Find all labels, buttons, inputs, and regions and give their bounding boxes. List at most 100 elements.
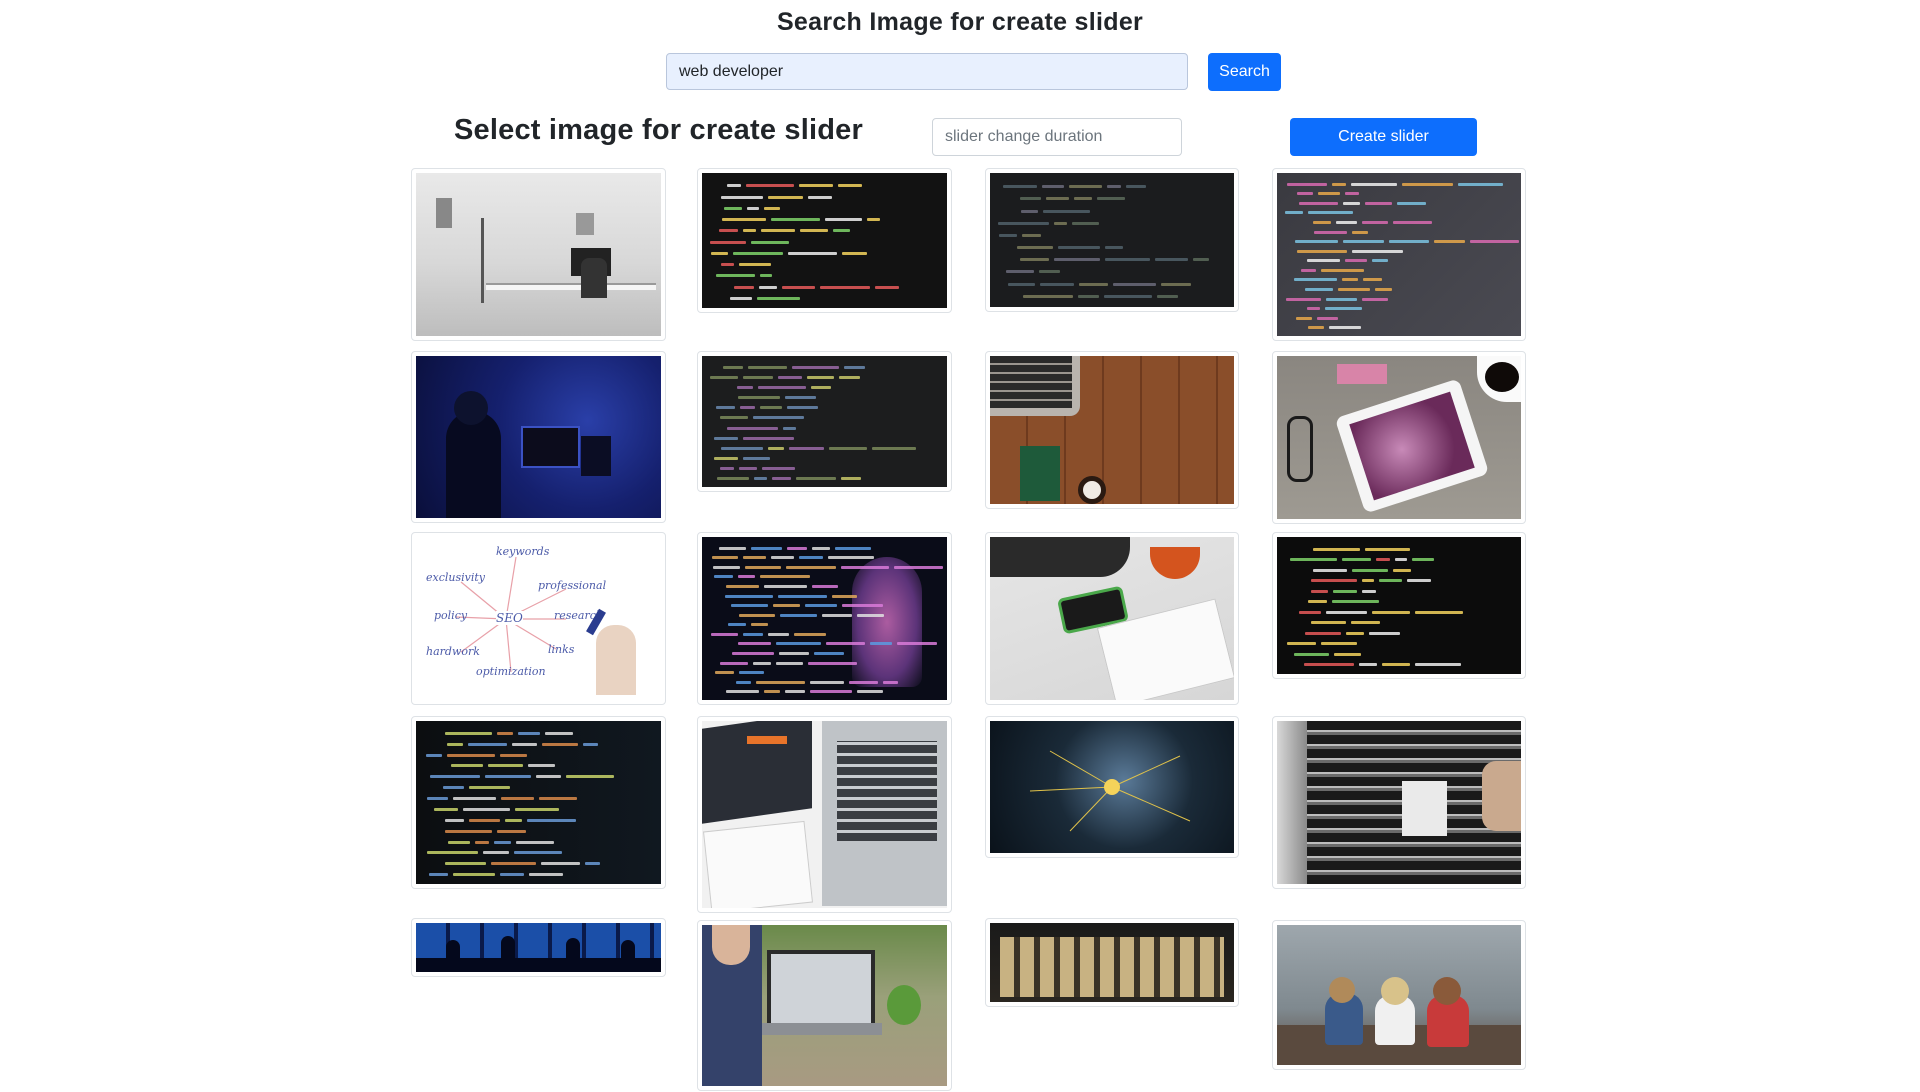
code-line-decoration — [1338, 288, 1370, 291]
code-line-decoration — [1305, 288, 1333, 291]
code-line-decoration — [1003, 185, 1037, 188]
create-slider-button[interactable]: Create slider — [1290, 118, 1477, 156]
code-line-decoration — [1332, 600, 1379, 603]
image-thumb-html-code-green[interactable] — [1272, 532, 1526, 679]
seo-word-optimization: optimization — [476, 665, 546, 678]
code-line-decoration — [754, 477, 767, 480]
code-line-decoration — [776, 662, 803, 665]
image-thumb-code-line-numbers[interactable] — [411, 716, 666, 889]
code-line-decoration — [713, 566, 740, 569]
image-thumb-server-rack[interactable] — [1272, 716, 1526, 889]
code-line-decoration — [512, 743, 537, 746]
code-line-decoration — [739, 614, 775, 617]
search-button[interactable]: Search — [1208, 53, 1281, 91]
network-lines — [1029, 750, 1191, 832]
code-line-decoration — [833, 229, 850, 232]
code-line-decoration — [1352, 569, 1388, 572]
code-line-decoration — [497, 830, 526, 833]
code-line-decoration — [1313, 221, 1331, 224]
code-line-decoration — [743, 229, 756, 232]
code-line-decoration — [1021, 210, 1038, 213]
image-thumb-dark-editor-2[interactable] — [697, 351, 952, 492]
code-line-decoration — [1376, 558, 1390, 561]
image-thumb-touch-network[interactable] — [985, 716, 1239, 858]
code-line-decoration — [743, 457, 770, 460]
code-line-decoration — [740, 406, 755, 409]
code-line-decoration — [1020, 197, 1041, 200]
code-line-decoration — [710, 376, 738, 379]
code-line-decoration — [1407, 579, 1431, 582]
code-photo — [702, 356, 947, 487]
code-line-decoration — [1362, 298, 1388, 301]
code-line-decoration — [723, 366, 743, 369]
image-thumb-silhouettes-banner[interactable] — [411, 918, 666, 977]
code-line-decoration — [739, 263, 771, 266]
code-line-decoration — [1040, 283, 1074, 286]
code-line-decoration — [1379, 579, 1402, 582]
code-line-decoration — [807, 376, 834, 379]
code-line-decoration — [720, 662, 748, 665]
code-line-decoration — [1397, 202, 1426, 205]
image-thumb-dark-editor[interactable] — [985, 168, 1239, 312]
image-thumb-people-collage[interactable] — [985, 918, 1239, 1007]
image-thumb-laptop-on-wood[interactable] — [985, 351, 1239, 509]
code-line-decoration — [721, 263, 734, 266]
slider-duration-input[interactable] — [932, 118, 1182, 156]
image-thumb-html-code[interactable] — [697, 168, 952, 313]
image-thumb-man-laptop[interactable] — [697, 920, 952, 1091]
image-thumb-tablet-glasses-coffee[interactable] — [1272, 351, 1526, 524]
code-line-decoration — [1415, 611, 1463, 614]
code-line-decoration — [451, 764, 483, 767]
image-thumb-office-bw[interactable] — [411, 168, 666, 341]
code-line-decoration — [724, 207, 742, 210]
code-line-decoration — [536, 775, 561, 778]
code-line-decoration — [1074, 197, 1092, 200]
code-line-decoration — [1295, 240, 1338, 243]
code-line-decoration — [545, 732, 573, 735]
code-line-decoration — [488, 764, 523, 767]
seo-word-exclusivity: exclusivity — [426, 571, 486, 584]
code-line-decoration — [1362, 221, 1388, 224]
code-line-decoration — [500, 873, 524, 876]
code-line-decoration — [430, 775, 480, 778]
code-line-decoration — [799, 184, 833, 187]
image-thumb-ai-face-code[interactable] — [697, 532, 952, 705]
code-line-decoration — [787, 406, 818, 409]
code-line-decoration — [1333, 590, 1357, 593]
code-line-decoration — [761, 229, 795, 232]
code-line-decoration — [768, 196, 803, 199]
image-thumb-phone-notebook-coffee[interactable] — [985, 532, 1239, 705]
code-line-decoration — [1017, 246, 1053, 249]
code-line-decoration — [1105, 246, 1123, 249]
code-line-decoration — [1311, 590, 1328, 593]
code-line-decoration — [1104, 295, 1152, 298]
code-line-decoration — [528, 764, 555, 767]
code-line-decoration — [445, 732, 492, 735]
code-line-decoration — [1372, 259, 1388, 262]
code-line-decoration — [828, 556, 874, 559]
code-line-decoration — [727, 184, 741, 187]
code-line-decoration — [1157, 295, 1178, 298]
image-thumb-html-css-book-laptop[interactable] — [697, 716, 952, 913]
man-laptop-photo — [702, 925, 947, 1086]
code-line-decoration — [842, 604, 883, 607]
code-line-decoration — [1362, 590, 1376, 593]
image-thumb-seo-whiteboard[interactable]: keywords exclusivity professional policy… — [411, 532, 666, 705]
image-thumb-kids-on-dock[interactable] — [1272, 920, 1526, 1070]
code-line-decoration — [857, 690, 883, 693]
code-line-decoration — [514, 851, 562, 854]
code-line-decoration — [771, 556, 794, 559]
ai-face-photo — [702, 537, 947, 700]
code-line-decoration — [443, 786, 464, 789]
image-thumb-developer-blue-room[interactable] — [411, 351, 666, 523]
code-line-decoration — [1307, 307, 1320, 310]
code-line-decoration — [429, 873, 448, 876]
code-line-decoration — [719, 547, 746, 550]
image-thumb-code-screen-angle[interactable] — [1272, 168, 1526, 341]
code-line-decoration — [743, 633, 763, 636]
code-line-decoration — [1415, 663, 1461, 666]
code-photo — [990, 173, 1234, 307]
code-line-decoration — [1402, 183, 1453, 186]
code-line-decoration — [1008, 283, 1035, 286]
search-input[interactable] — [666, 53, 1188, 90]
